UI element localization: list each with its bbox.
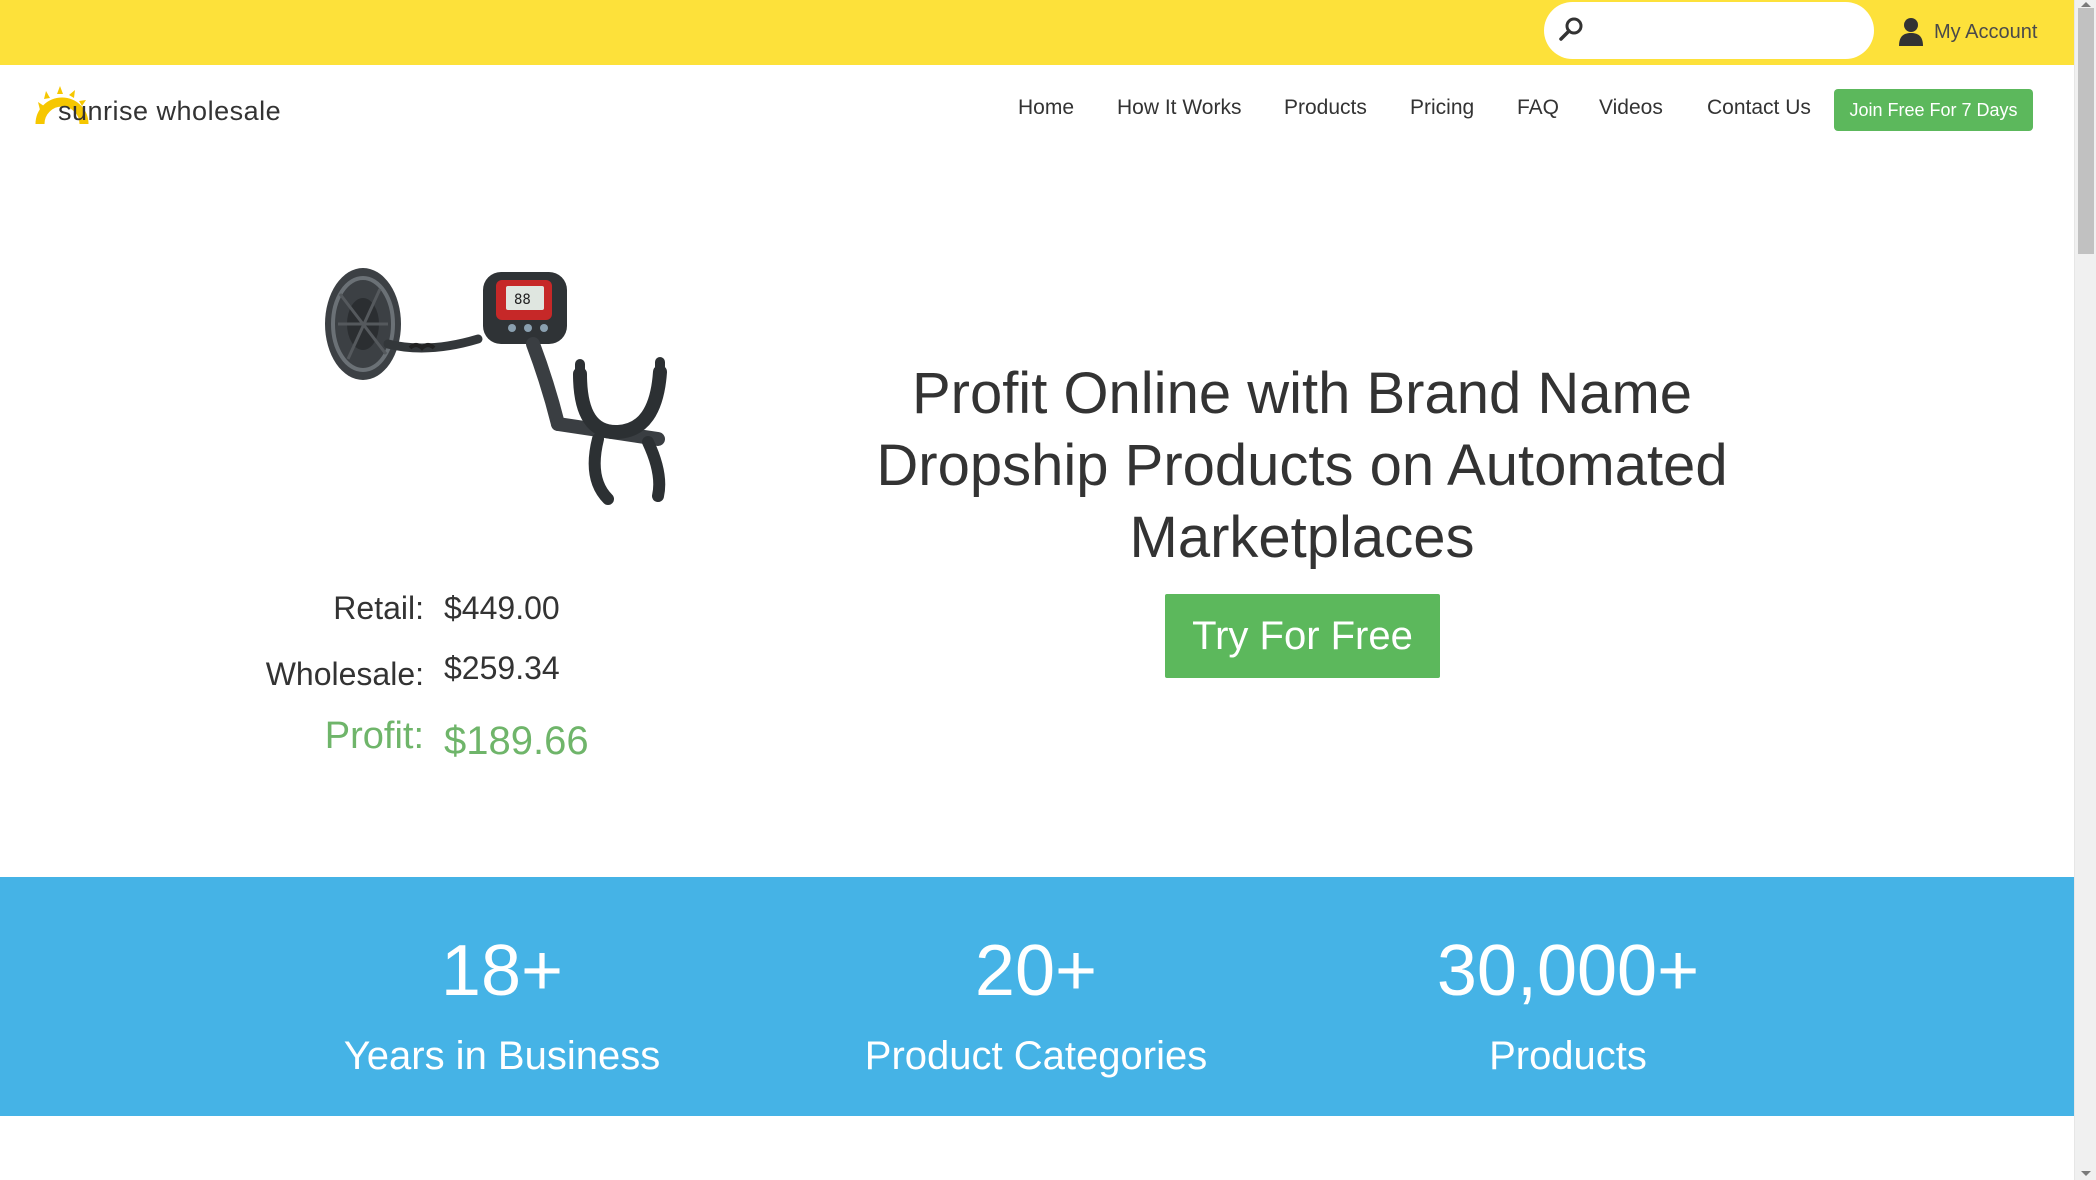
logo[interactable]: sunrise wholesale bbox=[32, 84, 302, 134]
join-free-button[interactable]: Join Free For 7 Days bbox=[1834, 89, 2033, 131]
my-account-label: My Account bbox=[1934, 20, 2038, 43]
profit-value: $189.66 bbox=[444, 719, 589, 763]
stat-number: 20+ bbox=[974, 931, 1098, 1011]
logo-text: sunrise wholesale bbox=[58, 96, 282, 126]
stat-number: 18+ bbox=[440, 931, 564, 1011]
top-bar: My Account bbox=[0, 0, 2074, 65]
stat-label: Products bbox=[1489, 1034, 1647, 1078]
profit-row: Profit: bbox=[260, 715, 424, 761]
try-for-free-button[interactable]: Try For Free bbox=[1165, 594, 1440, 678]
hero-heading: Profit Online with Brand Name Dropship P… bbox=[782, 358, 1822, 574]
search-input[interactable] bbox=[1544, 2, 1874, 59]
my-account-link[interactable]: My Account bbox=[1898, 12, 2037, 52]
svg-text:88: 88 bbox=[514, 292, 531, 308]
nav-faq[interactable]: FAQ bbox=[1517, 96, 1559, 120]
nav-home[interactable]: Home bbox=[1018, 96, 1074, 120]
wholesale-value: $259.34 bbox=[444, 650, 560, 686]
search-icon[interactable] bbox=[1556, 14, 1586, 44]
hero-heading-line-2: Dropship Products on Automated bbox=[876, 433, 1728, 498]
scrollbar-thumb[interactable] bbox=[2078, 8, 2094, 254]
wholesale-label: Wholesale: bbox=[265, 656, 424, 692]
stats-band: 18+ Years in Business 20+ Product Catego… bbox=[0, 877, 2074, 1116]
vertical-scrollbar[interactable] bbox=[2074, 0, 2096, 1180]
stat-categories: 20+ Product Categories bbox=[796, 930, 1276, 1084]
scroll-down-arrow-icon[interactable] bbox=[2081, 1171, 2091, 1176]
nav-contact-us[interactable]: Contact Us bbox=[1707, 96, 1811, 120]
nav-how-it-works[interactable]: How It Works bbox=[1117, 96, 1241, 120]
hero-heading-line-1: Profit Online with Brand Name bbox=[911, 361, 1693, 426]
hero-heading-line-3: Marketplaces bbox=[1129, 505, 1475, 570]
retail-label: Retail: bbox=[333, 590, 424, 626]
nav-products[interactable]: Products bbox=[1284, 96, 1367, 120]
metal-detector-icon: 88 bbox=[325, 268, 667, 505]
wholesale-row: Wholesale: bbox=[200, 656, 424, 696]
scroll-up-arrow-icon[interactable] bbox=[2081, 2, 2091, 7]
retail-row: Retail: bbox=[230, 590, 424, 630]
profit-label: Profit: bbox=[324, 715, 424, 757]
stat-years: 18+ Years in Business bbox=[262, 930, 742, 1084]
nav-pricing[interactable]: Pricing bbox=[1410, 96, 1474, 120]
stat-label: Years in Business bbox=[343, 1034, 661, 1078]
stat-products: 30,000+ Products bbox=[1328, 930, 1808, 1084]
nav-videos[interactable]: Videos bbox=[1599, 96, 1663, 120]
retail-value: $449.00 bbox=[444, 590, 560, 626]
page: My Account sunrise wholesale Home How It… bbox=[0, 0, 2074, 1180]
stat-label: Product Categories bbox=[864, 1034, 1208, 1078]
stat-number: 30,000+ bbox=[1436, 931, 1700, 1011]
user-icon bbox=[1899, 18, 1923, 46]
